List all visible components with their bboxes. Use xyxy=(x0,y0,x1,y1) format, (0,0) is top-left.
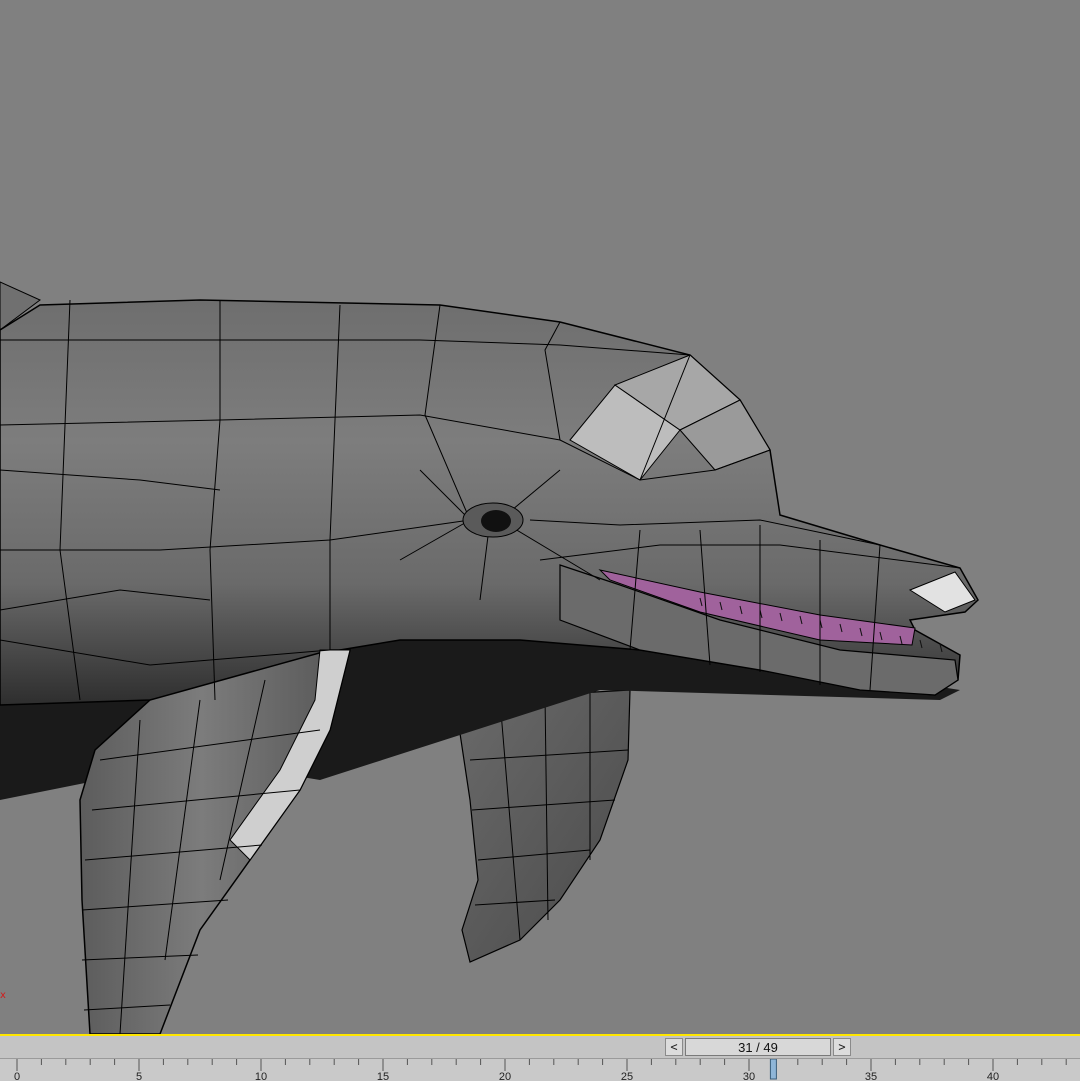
next-frame-button[interactable]: > xyxy=(833,1038,851,1056)
axis-marker: x xyxy=(0,990,6,1001)
far-pectoral-fin xyxy=(454,689,631,963)
dolphin-model[interactable] xyxy=(0,0,1080,1034)
frame-readout: 31 / 49 xyxy=(738,1039,778,1055)
ruler-ticks: 0 5 10 15 20 25 30 35 40 xyxy=(14,1059,1067,1081)
time-slider-track[interactable]: 31 / 49 xyxy=(685,1038,831,1056)
current-frame-marker xyxy=(769,1059,777,1080)
eye xyxy=(481,510,511,532)
time-slider[interactable]: < 31 / 49 > xyxy=(665,1037,851,1057)
track-bar-ruler[interactable]: 0 5 10 15 20 25 30 35 40 xyxy=(0,1058,1080,1081)
3d-viewport[interactable]: x xyxy=(0,0,1080,1034)
prev-frame-button[interactable]: < xyxy=(665,1038,683,1056)
